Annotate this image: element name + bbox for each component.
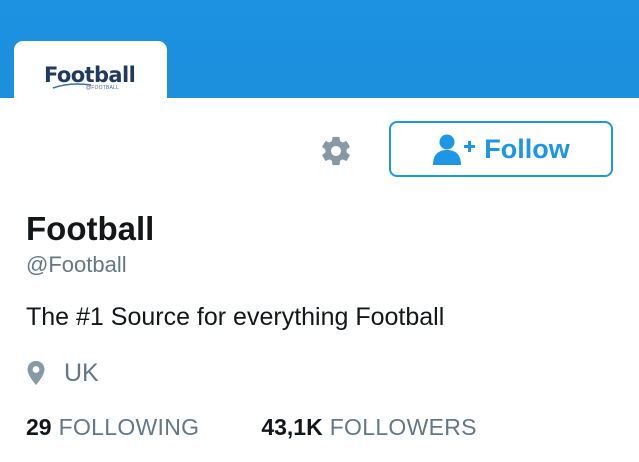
followers-label: FOLLOWERS bbox=[329, 414, 477, 440]
profile-handle: @Football bbox=[26, 252, 127, 277]
map-pin-icon bbox=[27, 361, 45, 385]
football-logo: Football @FOOTBALL bbox=[44, 63, 154, 103]
add-user-icon bbox=[433, 134, 476, 165]
profile-bio: The #1 Source for everything Football bbox=[26, 303, 445, 331]
follow-button-label: Follow bbox=[484, 134, 570, 164]
profile-name: Football bbox=[26, 210, 155, 247]
profile-location: UK bbox=[26, 357, 99, 389]
followers-stat[interactable]: 43,1K FOLLOWERS bbox=[261, 414, 477, 441]
following-stat[interactable]: 29 FOLLOWING bbox=[26, 414, 199, 441]
following-count: 29 bbox=[26, 414, 52, 440]
profile-stats: 29 FOLLOWING 43,1K FOLLOWERS bbox=[26, 414, 477, 446]
settings-button[interactable] bbox=[317, 132, 355, 170]
avatar[interactable]: Football @FOOTBALL bbox=[14, 41, 167, 161]
follow-button[interactable]: Follow bbox=[389, 121, 613, 177]
logo-subtext: @FOOTBALL bbox=[86, 85, 119, 91]
followers-count: 43,1K bbox=[261, 414, 323, 440]
location-text: UK bbox=[64, 359, 99, 387]
following-label: FOLLOWING bbox=[58, 414, 200, 440]
gear-icon bbox=[322, 136, 350, 166]
